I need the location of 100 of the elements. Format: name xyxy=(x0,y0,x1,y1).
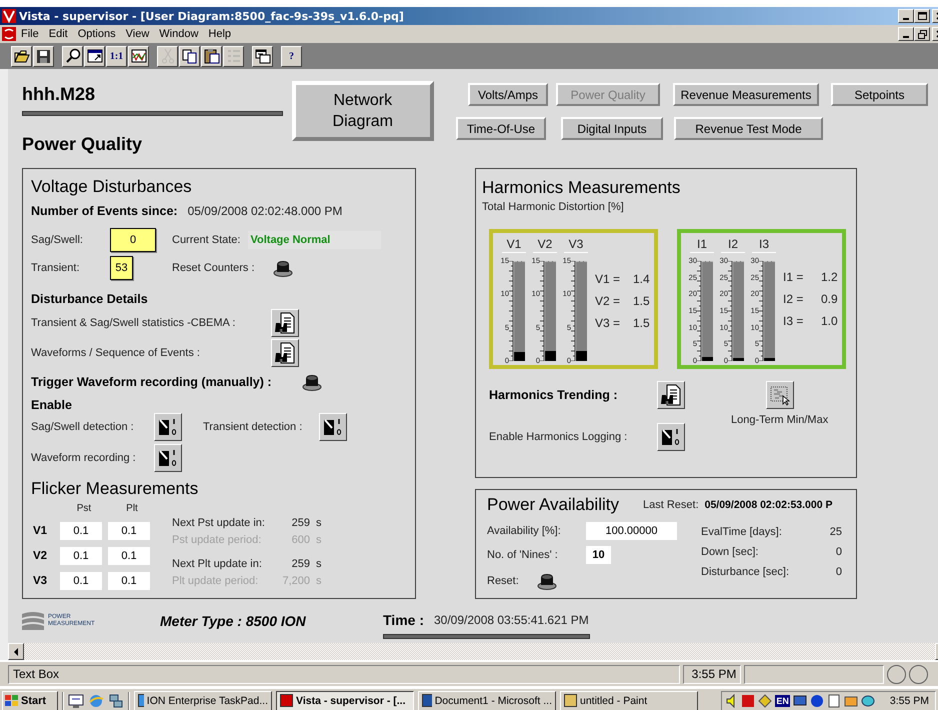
toolbar-button[interactable]: ? xyxy=(281,46,302,66)
nav-button[interactable]: Setpoints xyxy=(831,83,928,106)
document-logo-icon xyxy=(2,27,16,41)
nav-button[interactable]: Time-Of-Use xyxy=(456,117,546,140)
view-details-button[interactable] xyxy=(271,339,299,367)
panel-title: Harmonics Measurements xyxy=(482,177,682,199)
enable-label: Sag/Swell detection : xyxy=(31,421,135,433)
search-icon xyxy=(64,48,80,64)
toolbar-button[interactable] xyxy=(62,46,83,66)
update-value: 259 xyxy=(290,516,310,528)
value-field: 0.1 xyxy=(60,522,102,540)
tray-app-icon[interactable] xyxy=(741,694,756,708)
taskbar-button[interactable]: ION Enterprise TaskPad... xyxy=(134,690,272,710)
language-indicator[interactable]: EN xyxy=(775,694,790,706)
view-trend-button[interactable] xyxy=(657,381,685,409)
restore-button[interactable] xyxy=(914,27,930,41)
trigger-waveform-button[interactable] xyxy=(302,373,322,391)
tick-scale-icon xyxy=(540,261,545,361)
section-heading: Enable xyxy=(31,398,72,412)
minimize-button[interactable] xyxy=(898,27,914,41)
tray-app-icon[interactable] xyxy=(826,694,841,708)
taskbar-button[interactable]: untitled - Paint xyxy=(560,690,698,710)
nav-button[interactable]: Digital Inputs xyxy=(561,117,663,140)
network-diagram-button[interactable]: Network Diagram xyxy=(292,81,434,141)
reset-counters-button[interactable] xyxy=(272,259,293,277)
tick-scale-icon xyxy=(571,261,576,361)
cascade-windows-icon xyxy=(254,48,270,64)
app-icon xyxy=(422,694,432,707)
window-title: Vista - supervisor - [User Diagram:8500_fac-9s-39s_v1.6.0-pq] xyxy=(19,10,405,22)
enable-label: Waveform recording : xyxy=(31,452,137,464)
update-label: Next Pst update in: xyxy=(172,516,266,528)
toggle-switch-button[interactable] xyxy=(154,444,182,472)
reading-value: 0.9 xyxy=(821,292,838,306)
toolbar-button[interactable] xyxy=(84,46,105,66)
start-button[interactable]: Start xyxy=(2,690,58,710)
tray-app-icon[interactable] xyxy=(810,694,824,708)
toolbar-button[interactable] xyxy=(252,46,273,66)
enable-label: Transient detection : xyxy=(203,421,304,433)
toolbar-button[interactable] xyxy=(179,46,200,66)
toolbar-button[interactable] xyxy=(128,46,149,66)
maximize-button[interactable] xyxy=(914,9,930,23)
restore-icon xyxy=(918,30,926,38)
field-label: Availability [%]: xyxy=(487,525,562,537)
tray-app-icon[interactable] xyxy=(758,694,772,708)
menu-item[interactable]: View xyxy=(126,28,150,40)
status-time: 3:55 PM xyxy=(683,664,741,684)
windows-flag-icon xyxy=(5,694,19,706)
switch-icon xyxy=(322,416,344,438)
menu-item[interactable]: Options xyxy=(78,28,116,40)
last-reset-value: 05/09/2008 02:02:53.000 P xyxy=(704,499,832,511)
network-icon[interactable] xyxy=(108,692,124,708)
minimize-button[interactable] xyxy=(898,9,914,23)
toggle-switch-button[interactable] xyxy=(657,423,685,451)
update-value: 259 xyxy=(290,558,310,570)
toggle-switch-button[interactable] xyxy=(319,413,347,441)
section-heading: Disturbance Details xyxy=(31,292,148,306)
value-field: 0.1 xyxy=(60,547,102,565)
gauge-label: I1 xyxy=(690,236,714,253)
menu-item[interactable]: Help xyxy=(208,28,232,40)
tray-app-icon[interactable] xyxy=(844,694,858,708)
desktop-icon[interactable] xyxy=(68,692,84,708)
reset-label: Reset: xyxy=(487,575,520,587)
reset-button[interactable] xyxy=(537,572,557,590)
menu-item[interactable]: File xyxy=(21,28,39,40)
menu-item[interactable]: Edit xyxy=(48,28,68,40)
nav-button[interactable]: Volts/Amps xyxy=(468,83,548,106)
value-field: 100.00000 xyxy=(586,522,677,540)
app-icon xyxy=(280,694,293,707)
status-indicator xyxy=(909,664,928,684)
time-label: Time : xyxy=(383,612,424,628)
toggle-switch-button[interactable] xyxy=(154,413,182,441)
taskbar-button[interactable]: Vista - supervisor - [... xyxy=(276,690,414,710)
switch-icon xyxy=(157,447,179,469)
field-label: No. of 'Nines' : xyxy=(487,549,559,561)
nav-button[interactable]: Revenue Measurements xyxy=(673,83,819,106)
reading-value: 1.4 xyxy=(633,272,650,286)
binoculars-document-icon xyxy=(274,342,296,364)
push-button-icon xyxy=(302,374,322,390)
stat-value: 0 xyxy=(836,566,842,578)
toolbar-button[interactable] xyxy=(33,46,54,66)
trigger-label: Trigger Waveform recording (manually) : xyxy=(31,375,272,389)
view-details-button[interactable] xyxy=(271,309,299,337)
menu-item[interactable]: Window xyxy=(159,28,198,40)
monitor-icon[interactable] xyxy=(792,694,807,708)
gauge-label: V1 xyxy=(502,236,526,253)
taskbar-button[interactable]: Document1 - Microsoft ... xyxy=(418,690,556,710)
nav-button[interactable]: Revenue Test Mode xyxy=(674,117,823,140)
panel-title: Power Availability xyxy=(487,494,619,516)
status-text: Text Box xyxy=(8,664,680,684)
reading-label: V1 = xyxy=(595,272,622,286)
toolbar-button[interactable]: 1:1 xyxy=(106,46,127,66)
counter-label: Sag/Swell: xyxy=(31,234,84,246)
scroll-left-button[interactable] xyxy=(8,643,24,660)
maximize-icon xyxy=(918,12,926,20)
update-label: Pst update period: xyxy=(172,534,262,546)
tray-app-icon[interactable] xyxy=(860,694,875,708)
min-max-button[interactable] xyxy=(766,381,794,409)
toolbar-button[interactable] xyxy=(201,46,222,66)
tick-scale-icon xyxy=(697,261,702,361)
toolbar-button[interactable] xyxy=(11,46,32,66)
